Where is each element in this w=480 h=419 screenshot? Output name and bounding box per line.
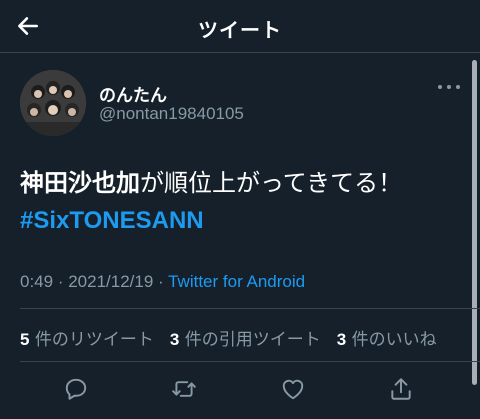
share-button[interactable] (385, 373, 417, 405)
like-button[interactable] (277, 373, 309, 405)
tweet-time: 0:49 (20, 272, 54, 291)
divider (20, 361, 480, 362)
tweet-meta: 0:49 · 2021/12/19 · Twitter for Android (20, 272, 305, 292)
avatar-image (20, 70, 86, 136)
tweet-source-link[interactable]: Twitter for Android (168, 272, 305, 291)
retweets-count: 5 (20, 330, 30, 349)
reply-button[interactable] (60, 373, 92, 405)
share-icon (391, 378, 411, 400)
page-title: ツイート (198, 18, 282, 42)
tweet-date: 2021/12/19 (68, 272, 154, 291)
top-bar: ツイート (0, 0, 480, 53)
action-bar (0, 367, 480, 411)
tweet-stats: 5 件のリツイート 3 件の引用ツイート 3 件のいいね (20, 325, 437, 350)
quotes-label: 件の引用ツイート (184, 330, 321, 350)
like-icon (282, 379, 304, 400)
more-icon-dot (456, 85, 460, 89)
tweet-text: 神田沙也加が順位上がってきてる！ (20, 164, 460, 202)
likes-count: 3 (336, 330, 347, 349)
reply-icon (65, 378, 87, 400)
retweets-stat[interactable]: 5 件のリツイート (20, 325, 154, 350)
more-icon-dot (447, 85, 451, 89)
quotes-count: 3 (169, 330, 180, 349)
meta-separator: · (53, 272, 69, 291)
more-icon (438, 85, 442, 89)
likes-stat[interactable]: 3 件のいいね (337, 325, 437, 350)
avatar[interactable] (20, 70, 86, 136)
display-name[interactable]: のんたん (99, 81, 167, 106)
retweets-label: 件のリツイート (34, 330, 154, 350)
hashtag-link[interactable]: #SixTONESANN (20, 202, 204, 240)
retweet-button[interactable] (168, 373, 200, 405)
divider (20, 308, 480, 309)
retweet-icon (172, 381, 196, 397)
tweet-text-bold: 神田沙也加 (20, 169, 140, 197)
quotes-stat[interactable]: 3 件の引用ツイート (170, 325, 321, 350)
scrollbar[interactable] (472, 60, 477, 385)
username[interactable]: @nontan19840105 (99, 104, 244, 124)
tweet-text-rest: が順位上がってきてる！ (140, 169, 403, 197)
likes-label: 件のいいね (351, 330, 437, 350)
more-button[interactable] (438, 80, 460, 94)
meta-separator: · (153, 272, 169, 291)
